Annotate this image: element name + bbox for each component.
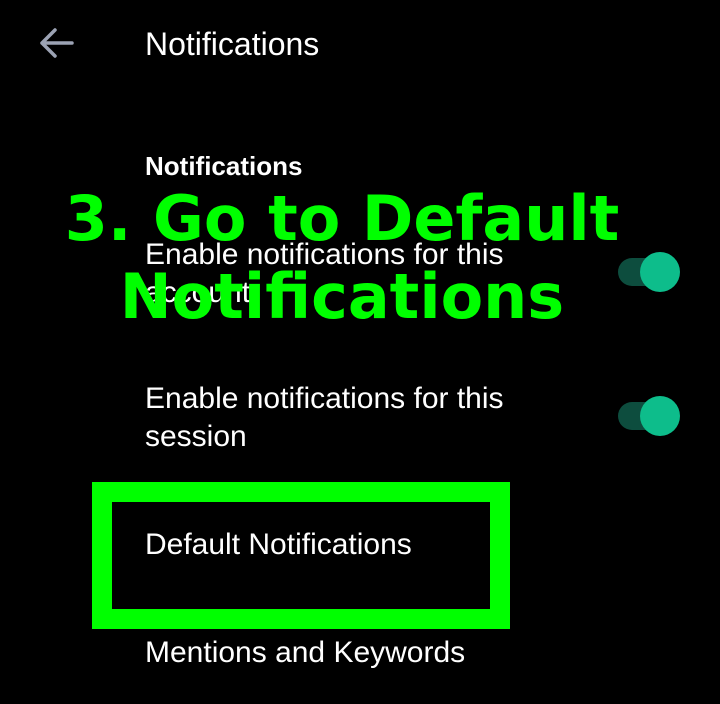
- enable-session-notifications-toggle[interactable]: [614, 394, 684, 438]
- default-notifications-label: Default Notifications: [145, 528, 412, 561]
- toggle-thumb: [640, 396, 680, 436]
- enable-session-notifications-label: Enable notifications for this session: [145, 382, 504, 453]
- enable-account-notifications-row[interactable]: Enable notifications for this account: [0, 228, 720, 324]
- enable-session-notifications-row[interactable]: Enable notifications for this session: [0, 372, 720, 468]
- back-button[interactable]: [30, 22, 82, 64]
- mentions-keywords-item[interactable]: Mentions and Keywords: [0, 616, 720, 688]
- page-title: Notifications: [145, 26, 320, 62]
- toggle-thumb: [640, 252, 680, 292]
- top-app-bar: Notifications: [0, 0, 720, 88]
- default-notifications-item[interactable]: Default Notifications: [0, 508, 720, 580]
- mentions-keywords-label: Mentions and Keywords: [145, 636, 466, 669]
- arrow-left-icon: [40, 28, 74, 58]
- enable-account-notifications-label: Enable notifications for this account: [145, 238, 504, 309]
- enable-account-notifications-toggle[interactable]: [614, 250, 684, 294]
- section-header: Notifications: [145, 151, 303, 181]
